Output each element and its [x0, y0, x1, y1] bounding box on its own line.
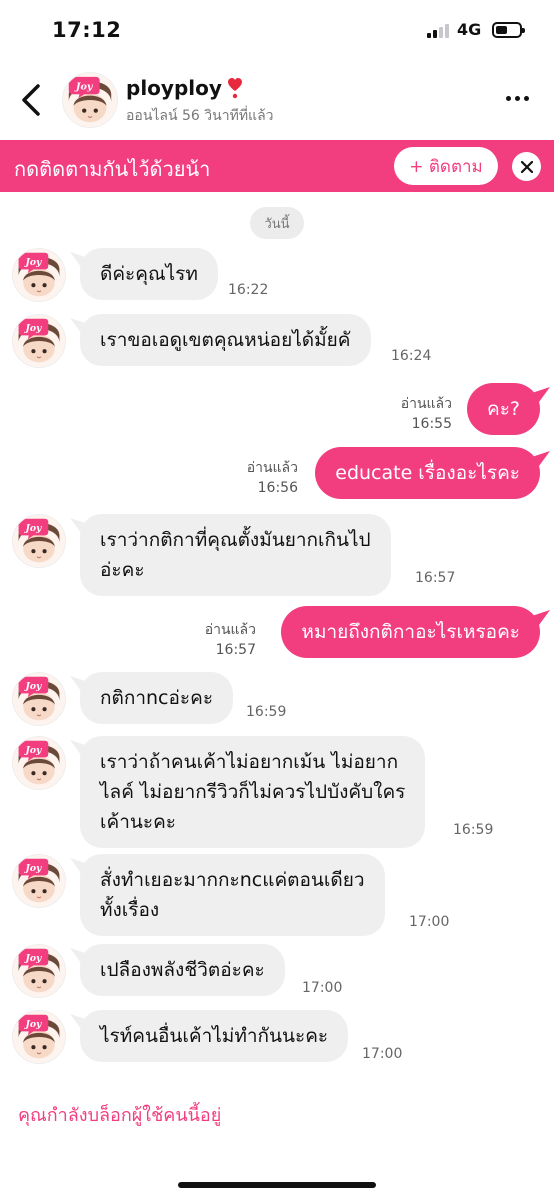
avatar[interactable]: Joy [62, 72, 118, 128]
avatar[interactable]: Joy [12, 672, 66, 726]
message-line: เค้านะคะ [100, 811, 176, 833]
date-divider: วันนี้ [250, 207, 304, 239]
message-bubble[interactable]: ดีค่ะคุณไรท [80, 248, 218, 300]
chat-header: Joy ployploy ออนไลน์ 56 วินาทีที่แล้ว [0, 60, 554, 140]
avatar[interactable]: Joy [12, 854, 66, 908]
svg-text:Joy: Joy [23, 523, 42, 534]
message-bubble[interactable]: ไรท์คนอื่นเค้าไม่ทำกันนะคะ [80, 1010, 349, 1062]
read-receipt: อ่านแล้ว 16:56 [247, 458, 298, 498]
avatar[interactable]: Joy [12, 314, 66, 368]
network-label: 4G [457, 20, 482, 39]
more-dots-icon [506, 96, 511, 101]
message-time: 17:00 [302, 980, 343, 996]
avatar[interactable]: Joy [12, 1010, 66, 1064]
message-bubble[interactable]: เราขอเอดูเขตคุณหน่อยได้มั้ยคั [80, 314, 371, 366]
username-text: ployploy [126, 76, 222, 100]
message-time: 16:56 [257, 480, 298, 496]
presence-status: ออนไลน์ 56 วินาทีที่แล้ว [126, 108, 274, 124]
message-time: 16:24 [391, 348, 432, 364]
message-time: 16:59 [453, 822, 494, 838]
back-button[interactable] [14, 78, 50, 122]
message-bubble[interactable]: สั่งทำเยอะมากกะncแค่ตอนเดียว ทั้งเรื่อง [80, 854, 385, 936]
message-bubble[interactable]: กติกาncอ่ะคะ [80, 672, 234, 724]
svg-text:Joy: Joy [74, 81, 94, 92]
message-time: 16:22 [228, 282, 269, 298]
avatar[interactable]: Joy [12, 736, 66, 790]
message-bubble[interactable]: เราว่าถ้าคนเค้าไม่อยากเม้น ไม่อยาก ไลค์ … [80, 736, 426, 848]
message-time: 16:59 [246, 704, 287, 720]
more-options-button[interactable] [506, 96, 532, 106]
message-line: ทั้งเรื่อง [100, 899, 160, 921]
svg-text:Joy: Joy [23, 1019, 42, 1030]
read-status: อ่านแล้ว [204, 622, 256, 638]
status-bar: 17:12 4G [0, 0, 554, 60]
close-icon [520, 160, 533, 173]
message-line: เราว่ากติกาที่คุณตั้งมันยากเกินไป [100, 529, 371, 551]
svg-text:Joy: Joy [23, 745, 42, 756]
username[interactable]: ployploy [126, 76, 244, 100]
avatar[interactable]: Joy [12, 944, 66, 998]
message-time: 16:57 [415, 570, 456, 586]
follow-button[interactable]: + ติดตาม [394, 147, 498, 185]
message-bubble-outgoing[interactable]: คะ? [467, 383, 540, 435]
close-banner-button[interactable] [512, 152, 541, 181]
read-receipt: อ่านแล้ว 16:57 [205, 620, 256, 660]
message-time: 17:00 [362, 1046, 403, 1062]
status-time: 17:12 [52, 18, 122, 42]
blocked-user-notice[interactable]: คุณกำลังบล็อกผู้ใช้คนนี้อยู่ [18, 1100, 221, 1129]
message-line: ไลค์ ไม่อยากรีวิวก็ไม่ควรไปบังคับใคร [100, 781, 406, 803]
message-bubble-outgoing[interactable]: หมายถึงกติกาอะไรเหรอคะ [281, 606, 540, 658]
message-time: 16:57 [215, 642, 256, 658]
message-time: 17:00 [409, 914, 450, 930]
svg-text:Joy: Joy [23, 323, 42, 334]
svg-text:Joy: Joy [23, 863, 42, 874]
follow-banner: กดติดตามกันไว้ด้วยน้า + ติดตาม [0, 140, 554, 192]
message-line: เราว่าถ้าคนเค้าไม่อยากเม้น ไม่อยาก [100, 751, 399, 773]
message-bubble[interactable]: เราว่ากติกาที่คุณตั้งมันยากเกินไป อ่ะคะ [80, 514, 391, 596]
banner-text: กดติดตามกันไว้ด้วยน้า [14, 157, 211, 181]
message-line: สั่งทำเยอะมากกะncแค่ตอนเดียว [100, 869, 365, 891]
message-bubble[interactable]: เปลืองพลังชีวิตอ่ะคะ [80, 944, 285, 996]
battery-icon [492, 22, 525, 38]
read-status: อ่านแล้ว [400, 396, 452, 412]
avatar[interactable]: Joy [12, 248, 66, 302]
signal-icon [427, 23, 449, 38]
chevron-left-icon [22, 84, 40, 116]
home-indicator [178, 1182, 376, 1188]
svg-text:Joy: Joy [23, 681, 42, 692]
read-status: อ่านแล้ว [246, 460, 298, 476]
avatar[interactable]: Joy [12, 514, 66, 568]
heart-icon [227, 78, 242, 99]
message-line: อ่ะคะ [100, 559, 145, 581]
message-bubble-outgoing[interactable]: educate เรื่องอะไรคะ [315, 447, 540, 499]
message-time: 16:55 [411, 416, 452, 432]
read-receipt: อ่านแล้ว 16:55 [401, 394, 452, 434]
svg-text:Joy: Joy [23, 257, 42, 268]
svg-text:Joy: Joy [23, 953, 42, 964]
